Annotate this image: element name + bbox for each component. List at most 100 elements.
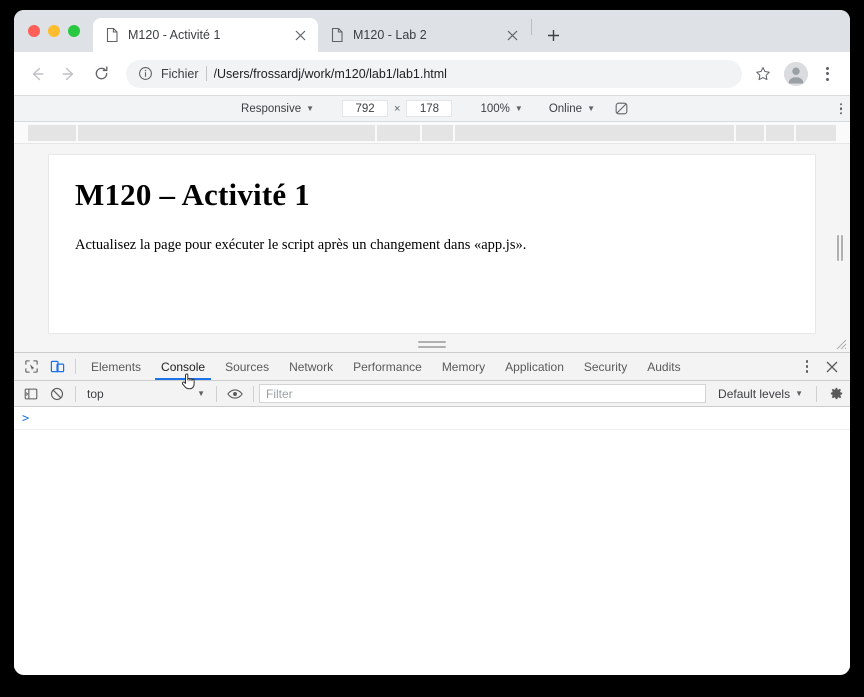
inspect-element-icon[interactable] (18, 353, 44, 380)
tab-label: Console (161, 359, 206, 374)
console-filter-placeholder: Filter (266, 386, 293, 401)
viewport-width-input[interactable]: 792 (342, 100, 389, 117)
document-icon (330, 27, 344, 43)
device-preset-dropdown[interactable]: Responsive ▼ (233, 101, 322, 117)
minimize-window-button[interactable] (48, 25, 60, 37)
omnibox-divider (205, 66, 207, 81)
console-levels-dropdown[interactable]: Default levels ▼ (710, 387, 811, 401)
gear-icon[interactable] (822, 382, 850, 406)
tab-label: Audits (647, 359, 681, 374)
tab-label: Performance (353, 359, 422, 374)
devtools-tabbar-spacer (691, 353, 783, 380)
device-viewport-area: M120 – Activité 1 Actualisez la page pou… (14, 144, 850, 352)
close-icon[interactable] (292, 27, 308, 43)
tab-label: Network (289, 359, 334, 374)
avatar[interactable] (784, 61, 808, 86)
browser-tab-1[interactable]: M120 - Activité 1 (93, 18, 318, 52)
back-arrow-icon[interactable] (22, 59, 52, 89)
page-paragraph: Actualisez la page pour exécuter le scri… (75, 237, 527, 253)
tab-divider (531, 19, 532, 35)
media-query-segment[interactable] (454, 125, 736, 141)
media-query-segment[interactable] (422, 125, 455, 141)
live-expression-icon[interactable] (222, 382, 248, 406)
console-prompt-chevron: > (22, 411, 30, 425)
tab-label: Security (583, 359, 628, 374)
media-query-segment[interactable] (766, 125, 796, 141)
viewport-height-resize-handle[interactable] (418, 340, 446, 348)
browser-window: M120 - Activité 1 M120 - Lab 2 Fichier /… (14, 10, 850, 675)
close-devtools-icon[interactable] (820, 361, 844, 373)
console-toolbar-divider (816, 385, 817, 402)
window-controls (14, 10, 93, 52)
viewport-height-input[interactable]: 178 (406, 100, 453, 117)
tab-label: Memory (441, 359, 486, 374)
console-toolbar-divider (216, 385, 217, 402)
forward-arrow-icon[interactable] (54, 59, 84, 89)
browser-tab-2[interactable]: M120 - Lab 2 (318, 18, 530, 52)
device-preset-label: Responsive (241, 102, 302, 115)
viewport-height-value: 178 (419, 102, 440, 115)
throttling-label: Online (548, 102, 583, 115)
devtools-tab-application[interactable]: Application (495, 353, 574, 380)
browser-toolbar: Fichier /Users/frossardj/work/m120/lab1/… (14, 52, 850, 96)
tabstrip-empty-area (567, 10, 850, 52)
devtools-tab-network[interactable]: Network (279, 353, 343, 380)
devtools-tab-memory[interactable]: Memory (432, 353, 495, 380)
devtools-tab-sources[interactable]: Sources (215, 353, 279, 380)
tab-label: Sources (225, 359, 270, 374)
chevron-down-icon: ▼ (795, 388, 803, 398)
devtools-tab-elements[interactable]: Elements (81, 353, 151, 380)
zoom-label: 100% (480, 102, 510, 115)
zoom-dropdown[interactable]: 100% ▼ (472, 101, 530, 117)
page-title: M120 – Activité 1 (75, 177, 310, 212)
clear-console-icon[interactable] (44, 382, 70, 406)
tab-title: M120 - Activité 1 (128, 28, 221, 42)
close-window-button[interactable] (28, 25, 40, 37)
console-toolbar-divider (75, 385, 76, 402)
devtools-tab-audits[interactable]: Audits (637, 353, 690, 380)
media-query-segment[interactable] (735, 125, 767, 141)
devtools-panel: Elements Console Sources Network Perform… (14, 352, 850, 669)
close-icon[interactable] (504, 27, 520, 43)
device-toolbar-menu-icon[interactable] (839, 102, 842, 115)
throttling-dropdown[interactable]: Online ▼ (541, 101, 603, 117)
maximize-window-button[interactable] (68, 25, 80, 37)
console-filter-input[interactable]: Filter (259, 384, 707, 403)
chevron-down-icon: ▼ (306, 103, 315, 113)
console-input-row[interactable]: > (14, 407, 850, 430)
new-tab-button[interactable] (539, 21, 567, 49)
console-sidebar-icon[interactable] (18, 382, 44, 406)
console-toolbar: top ▼ Filter Default levels ▼ (14, 381, 850, 407)
reload-icon[interactable] (86, 59, 116, 89)
media-query-segment[interactable] (78, 125, 378, 141)
devtools-tab-performance[interactable]: Performance (343, 353, 432, 380)
device-toolbar-icon[interactable] (44, 353, 70, 380)
tab-label: Application (505, 359, 564, 374)
console-toolbar-divider (253, 385, 254, 402)
media-query-ruler (14, 122, 850, 144)
page-viewport: M120 – Activité 1 Actualisez la page pou… (48, 154, 816, 334)
media-query-segment[interactable] (28, 125, 79, 141)
console-context-label: top (87, 386, 104, 401)
media-query-segment[interactable] (377, 125, 423, 141)
media-query-segment[interactable] (795, 125, 836, 141)
url-text: /Users/frossardj/work/m120/lab1/lab1.htm… (213, 66, 447, 81)
devtools-menu-icon[interactable] (796, 360, 818, 373)
tab-label: Elements (91, 359, 142, 374)
console-output-area[interactable]: > (14, 407, 850, 669)
kebab-menu-icon[interactable] (814, 61, 840, 87)
viewport-width-resize-handle[interactable] (837, 235, 843, 261)
devtools-tabbar-actions (783, 353, 850, 380)
devtools-tab-console[interactable]: Console (151, 353, 215, 380)
viewport-corner-resize-handle[interactable] (834, 337, 847, 350)
viewport-width-value: 792 (355, 102, 375, 115)
chevron-down-icon: ▼ (197, 388, 205, 398)
info-circle-icon[interactable] (138, 66, 154, 82)
console-context-dropdown[interactable]: top ▼ (81, 387, 211, 401)
screen-root: M120 - Activité 1 M120 - Lab 2 Fichier /… (0, 0, 864, 697)
address-bar[interactable]: Fichier /Users/frossardj/work/m120/lab1/… (126, 59, 742, 88)
rotate-device-icon[interactable] (613, 100, 631, 118)
dimension-separator: × (394, 102, 401, 115)
devtools-tab-security[interactable]: Security (574, 353, 637, 380)
star-icon[interactable] (750, 61, 776, 87)
